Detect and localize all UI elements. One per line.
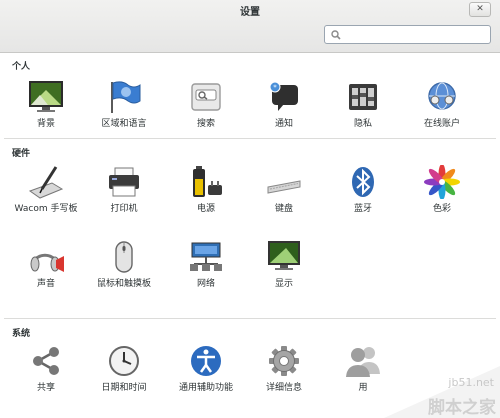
watermark-brand: 脚本之家 xyxy=(428,398,496,418)
panel-bluetooth[interactable]: 蓝牙 xyxy=(327,165,399,215)
background-icon xyxy=(28,80,64,114)
search-icon xyxy=(331,30,341,40)
mouse-icon xyxy=(106,240,142,274)
panel-label: 键盘 xyxy=(274,204,293,214)
gear-icon xyxy=(266,344,302,378)
panel-label: 区域和语言 xyxy=(101,119,147,129)
title-bar: 设置 ✕ xyxy=(0,0,500,53)
display-icon xyxy=(266,240,302,274)
panel-label: 蓝牙 xyxy=(353,204,372,214)
region-flag-icon xyxy=(106,80,142,114)
sound-icon xyxy=(28,240,64,274)
users-icon xyxy=(345,344,381,378)
section-title-hardware: 硬件 xyxy=(12,149,31,159)
panel-label: 日期和时间 xyxy=(101,383,147,393)
panel-region[interactable]: 区域和语言 xyxy=(88,80,160,130)
search-box[interactable] xyxy=(324,25,491,44)
panel-power[interactable]: 电源 xyxy=(170,165,242,215)
panel-label: 网络 xyxy=(196,279,215,289)
panel-printers[interactable]: 打印机 xyxy=(88,165,160,215)
watermark-url: jb51.net xyxy=(448,376,494,389)
panel-background[interactable]: 背景 xyxy=(10,80,82,130)
panel-wacom[interactable]: Wacom 手写板 xyxy=(10,165,82,215)
privacy-icon xyxy=(345,80,381,114)
panel-details[interactable]: 详细信息 xyxy=(248,344,320,394)
panel-label: 隐私 xyxy=(353,119,372,129)
panel-mouse[interactable]: 鼠标和触摸板 xyxy=(88,240,160,290)
panel-sound[interactable]: 声音 xyxy=(10,240,82,290)
panel-label: 通知 xyxy=(274,119,293,129)
online-accounts-icon xyxy=(424,80,460,114)
section-title-system: 系统 xyxy=(12,329,31,339)
section-divider xyxy=(4,318,496,319)
watermark: jb51.net 脚本之家 xyxy=(384,366,500,418)
panel-label: 色彩 xyxy=(432,204,451,214)
panel-keyboard[interactable]: 键盘 xyxy=(248,165,320,215)
section-title-personal: 个人 xyxy=(12,62,31,72)
wacom-tablet-icon xyxy=(28,165,64,199)
panel-privacy[interactable]: 隐私 xyxy=(327,80,399,130)
share-icon xyxy=(28,344,64,378)
svg-text:*: * xyxy=(273,84,277,92)
panel-search[interactable]: 搜索 xyxy=(170,80,242,130)
search-icon xyxy=(188,80,224,114)
close-button[interactable]: ✕ xyxy=(469,2,491,17)
window-title: 设置 xyxy=(240,7,260,18)
panel-label: 搜索 xyxy=(196,119,215,129)
panel-label: 打印机 xyxy=(110,204,138,214)
battery-icon xyxy=(188,165,224,199)
section-divider xyxy=(4,138,496,139)
panel-notifications[interactable]: * 通知 xyxy=(248,80,320,130)
panel-color[interactable]: 色彩 xyxy=(406,165,478,215)
panel-datetime[interactable]: 日期和时间 xyxy=(88,344,160,394)
panel-label: 电源 xyxy=(196,204,215,214)
panel-online-accounts[interactable]: 在线账户 xyxy=(406,80,478,130)
panel-label: 显示 xyxy=(274,279,293,289)
panel-universal-access[interactable]: 通用辅助功能 xyxy=(170,344,242,394)
panel-label: 详细信息 xyxy=(265,383,302,393)
panel-label: 鼠标和触摸板 xyxy=(96,279,151,289)
panel-display[interactable]: 显示 xyxy=(248,240,320,290)
clock-icon xyxy=(106,344,142,378)
accessibility-icon xyxy=(188,344,224,378)
panel-label: Wacom 手写板 xyxy=(14,204,78,214)
panel-label: 共享 xyxy=(36,383,55,393)
panel-label: 背景 xyxy=(36,119,55,129)
panel-label: 声音 xyxy=(36,279,55,289)
panel-network[interactable]: 网络 xyxy=(170,240,242,290)
search-input[interactable] xyxy=(345,27,489,44)
network-icon xyxy=(188,240,224,274)
printer-icon xyxy=(106,165,142,199)
panel-label: 通用辅助功能 xyxy=(178,383,233,393)
color-icon xyxy=(424,165,460,199)
keyboard-icon xyxy=(266,165,302,199)
bluetooth-icon xyxy=(345,165,381,199)
panel-label: 在线账户 xyxy=(423,119,460,129)
notification-icon: * xyxy=(266,80,302,114)
panel-sharing[interactable]: 共享 xyxy=(10,344,82,394)
